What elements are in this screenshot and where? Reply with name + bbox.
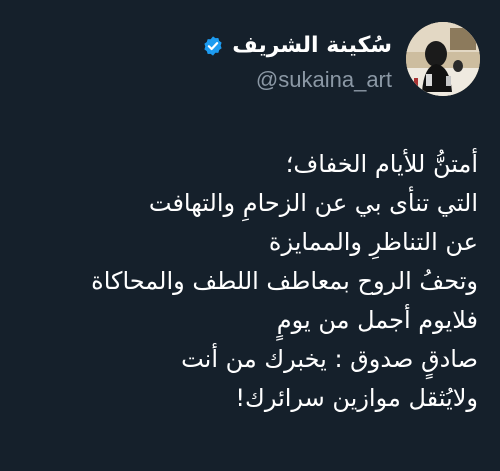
verified-badge-icon: [204, 36, 222, 56]
avatar[interactable]: [406, 22, 480, 96]
name-row: سُكينة الشريف: [202, 32, 392, 60]
author-names: سُكينة الشريف @sukaina_art: [202, 22, 392, 94]
display-name[interactable]: سُكينة الشريف: [232, 32, 392, 60]
tweet-line: فلايوم أجمل من يومٍ: [276, 306, 478, 334]
tweet-line: عن التناظرِ والممايزة: [268, 228, 478, 256]
tweet-text: أمتنُّ للأيام الخفاف؛ التي تنأى بي عن ال…: [12, 145, 478, 418]
tweet-line: صادقٍ صدوق : يخبرك من أنت: [181, 345, 478, 373]
tweet-line: ولايُثقل موازين سرائرك!: [235, 384, 478, 412]
tweet-line: أمتنُّ للأيام الخفاف؛: [285, 150, 478, 178]
tweet-line: وتحفُ الروح بمعاطف اللطف والمحاكاة: [91, 267, 478, 295]
user-handle[interactable]: @sukaina_art: [256, 66, 392, 94]
tweet-line: التي تنأى بي عن الزحامِ والتهافت: [148, 189, 478, 217]
profile-photo-icon: [406, 22, 480, 96]
tweet-author-header: سُكينة الشريف @sukaina_art: [20, 22, 480, 104]
